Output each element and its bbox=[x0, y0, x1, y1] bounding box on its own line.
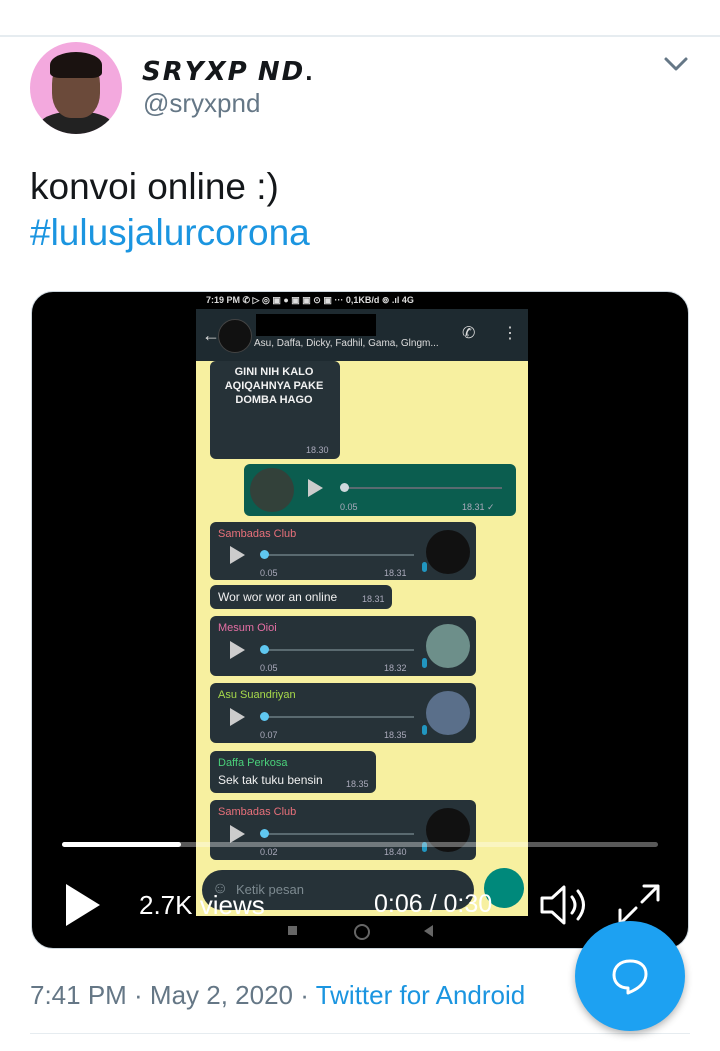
voice-avatar bbox=[426, 530, 470, 574]
voice-dot bbox=[260, 550, 269, 559]
text-message: Daffa Perkosa Sek tak tuku bensin 18.35 bbox=[210, 751, 376, 793]
hashtag-link[interactable]: #lulusjalurcorona bbox=[30, 210, 310, 256]
play-icon bbox=[230, 825, 245, 843]
chat-header: ← Asu, Daffa, Dicky, Fadhil, Gama, Glngm… bbox=[196, 309, 528, 361]
message-time: 18.35 bbox=[384, 730, 407, 740]
voice-message: Mesum Oioi 0.05 18.32 bbox=[210, 616, 476, 676]
sender-name: Sambadas Club bbox=[218, 528, 297, 540]
home-icon bbox=[354, 924, 370, 940]
message-text: Sek tak tuku bensin bbox=[218, 773, 323, 787]
voice-duration: 0.05 bbox=[260, 663, 278, 673]
tweet-timestamp: 7:41 PM · May 2, 2020 bbox=[30, 980, 294, 1010]
message-time: 18.31 ✓ bbox=[462, 502, 495, 512]
display-name[interactable]: 𝙎𝙍𝙔𝙓𝙋 𝙉𝘿. bbox=[142, 56, 314, 87]
voice-duration: 0.07 bbox=[260, 730, 278, 740]
voice-dot bbox=[260, 829, 269, 838]
back-icon bbox=[424, 925, 433, 937]
voice-track bbox=[264, 833, 414, 835]
voice-track bbox=[342, 487, 502, 489]
message-time: 18.35 bbox=[346, 779, 369, 789]
sticker-text: GINI NIH KALO AQIQAHNYA PAKE DOMBA HAGO bbox=[224, 366, 324, 406]
voice-dot bbox=[340, 483, 349, 492]
play-icon bbox=[308, 479, 323, 497]
play-icon bbox=[230, 708, 245, 726]
view-count: 2.7K views bbox=[139, 890, 265, 920]
text-message: Wor wor wor an online 18.31 bbox=[210, 585, 392, 609]
voice-avatar bbox=[426, 624, 470, 668]
sent-voice-message: 0.05 18.31 ✓ bbox=[244, 464, 516, 516]
voice-avatar bbox=[426, 691, 470, 735]
volume-icon[interactable] bbox=[538, 882, 594, 928]
recents-icon bbox=[288, 926, 297, 935]
voice-avatar bbox=[250, 468, 294, 512]
group-avatar bbox=[218, 319, 252, 353]
voice-message: Sambadas Club 0.05 18.31 bbox=[210, 522, 476, 580]
message-time: 18.32 bbox=[384, 663, 407, 673]
reply-fab[interactable] bbox=[575, 921, 685, 1031]
sticker-message: GINI NIH KALO AQIQAHNYA PAKE DOMBA HAGO … bbox=[210, 361, 340, 459]
message-time: 18.30 bbox=[306, 445, 329, 455]
voice-message: Sambadas Club 0.02 18.40 bbox=[210, 800, 476, 860]
separator-dot: · bbox=[300, 980, 309, 1010]
sender-name: Asu Suandriyan bbox=[218, 689, 296, 701]
mic-icon bbox=[422, 725, 427, 735]
voice-track bbox=[264, 554, 414, 556]
message-time: 18.31 bbox=[362, 594, 385, 604]
mic-icon bbox=[422, 658, 427, 668]
voice-duration: 0.05 bbox=[340, 502, 358, 512]
source-app-link[interactable]: Twitter for Android bbox=[316, 980, 526, 1010]
message-time: 18.31 bbox=[384, 568, 407, 578]
voice-dot bbox=[260, 645, 269, 654]
mic-icon bbox=[422, 562, 427, 572]
add-call-icon: ✆ bbox=[462, 325, 476, 342]
bottom-divider bbox=[30, 1033, 690, 1034]
play-icon bbox=[230, 641, 245, 659]
tweet-text: konvoi online :) #lulusjalurcorona bbox=[30, 164, 310, 256]
voice-duration: 0.05 bbox=[260, 568, 278, 578]
phone-status-bar: 7:19 PM ✆ ▷ ◎ ▣ ● ▣ ▣ ⊙ ▣ ··· 0,1KB/d ⊚ … bbox=[196, 292, 528, 309]
redacted-group-name bbox=[256, 314, 376, 336]
video-frame: 7:19 PM ✆ ▷ ◎ ▣ ● ▣ ▣ ⊙ ▣ ··· 0,1KB/d ⊚ … bbox=[196, 292, 528, 948]
tweet-body: konvoi online :) bbox=[30, 166, 279, 207]
tweet-metadata: 7:41 PM · May 2, 2020 · Twitter for Andr… bbox=[30, 980, 525, 1011]
message-text: Wor wor wor an online bbox=[218, 590, 338, 604]
more-icon: ⋮ bbox=[502, 325, 518, 342]
group-members: Asu, Daffa, Dicky, Fadhil, Gama, Glngm..… bbox=[254, 338, 439, 349]
user-handle[interactable]: @sryxpnd bbox=[143, 88, 260, 119]
play-icon[interactable] bbox=[66, 884, 100, 926]
voice-track bbox=[264, 716, 414, 718]
top-divider bbox=[0, 35, 720, 37]
voice-track bbox=[264, 649, 414, 651]
message-time: 18.40 bbox=[384, 847, 407, 857]
voice-message: Asu Suandriyan 0.07 18.35 bbox=[210, 683, 476, 743]
video-timecode: 0:06 / 0:30 bbox=[374, 890, 493, 918]
sender-name: Sambadas Club bbox=[218, 806, 297, 818]
voice-duration: 0.02 bbox=[260, 847, 278, 857]
play-icon bbox=[230, 546, 245, 564]
sender-name: Mesum Oioi bbox=[218, 622, 277, 634]
video-player[interactable]: 7:19 PM ✆ ▷ ◎ ▣ ● ▣ ▣ ⊙ ▣ ··· 0,1KB/d ⊚ … bbox=[31, 291, 689, 949]
reply-icon bbox=[612, 959, 648, 995]
video-progress-fill[interactable] bbox=[62, 842, 182, 847]
chevron-down-icon[interactable] bbox=[662, 52, 690, 76]
voice-dot bbox=[260, 712, 269, 721]
avatar[interactable] bbox=[30, 42, 122, 134]
sender-name: Daffa Perkosa bbox=[218, 757, 288, 769]
